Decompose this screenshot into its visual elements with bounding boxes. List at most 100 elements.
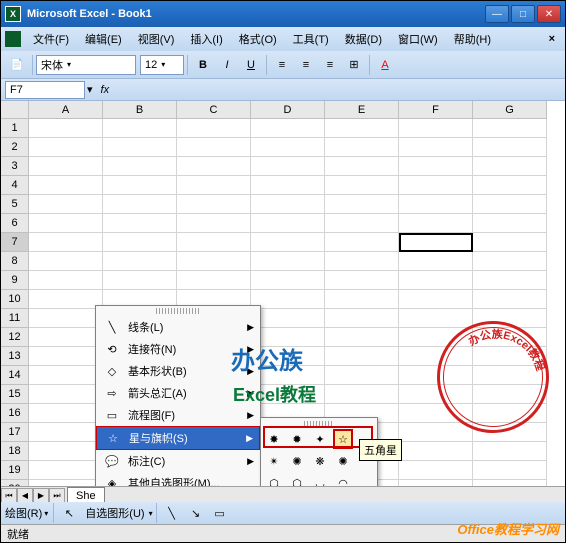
col-header[interactable]: B [103,101,177,119]
cell[interactable] [473,461,547,480]
font-size-select[interactable]: 12▾ [140,55,184,75]
cell[interactable] [325,157,399,176]
cell[interactable] [103,233,177,252]
cell[interactable] [251,138,325,157]
star24-icon[interactable]: ❋ [310,451,330,471]
col-header[interactable]: F [399,101,473,119]
cell[interactable] [325,385,399,404]
cell[interactable] [29,271,103,290]
row-header[interactable]: 6 [1,214,29,233]
cell[interactable] [399,442,473,461]
cell[interactable] [473,233,547,252]
cell[interactable] [29,423,103,442]
cell[interactable] [29,138,103,157]
align-center-button[interactable]: ≡ [295,54,317,76]
cell[interactable] [473,119,547,138]
cell[interactable] [29,442,103,461]
cell[interactable] [177,252,251,271]
col-header[interactable]: A [29,101,103,119]
cell[interactable] [325,195,399,214]
font-color-button[interactable]: A [374,54,396,76]
fx-label[interactable]: fx [101,84,110,96]
cell[interactable] [399,157,473,176]
cell[interactable] [29,233,103,252]
row-header[interactable]: 18 [1,442,29,461]
rectangle-tool-button[interactable]: ▭ [209,502,231,524]
cell[interactable] [177,233,251,252]
cell[interactable] [177,176,251,195]
cell[interactable] [325,138,399,157]
cell[interactable] [251,309,325,328]
line-tool-button[interactable]: ╲ [161,502,183,524]
row-header[interactable]: 7 [1,233,29,252]
align-right-button[interactable]: ≡ [319,54,341,76]
cell[interactable] [103,214,177,233]
cell[interactable] [251,271,325,290]
new-button[interactable]: 📄 [6,54,28,76]
cell[interactable] [473,271,547,290]
cell[interactable] [29,195,103,214]
row-header[interactable]: 9 [1,271,29,290]
row-header[interactable]: 14 [1,366,29,385]
menu-insert[interactable]: 插入(I) [182,28,230,50]
cell[interactable] [473,252,547,271]
cell[interactable] [399,119,473,138]
star16-icon[interactable]: ✺ [287,451,307,471]
cell[interactable] [29,176,103,195]
cell[interactable] [473,442,547,461]
align-left-button[interactable]: ≡ [271,54,293,76]
cell[interactable] [177,138,251,157]
cell[interactable] [29,119,103,138]
row-header[interactable]: 8 [1,252,29,271]
cell[interactable] [103,271,177,290]
menu-help[interactable]: 帮助(H) [446,28,499,50]
menu-window[interactable]: 窗口(W) [390,28,446,50]
cell[interactable] [29,385,103,404]
cell[interactable] [399,138,473,157]
menu-callout-icon[interactable]: 💬标注(C)▶ [96,450,260,472]
menu-data[interactable]: 数据(D) [337,28,390,50]
row-header[interactable]: 1 [1,119,29,138]
cell[interactable] [325,271,399,290]
name-box[interactable]: F7 [5,81,85,99]
row-header[interactable]: 19 [1,461,29,480]
cell[interactable] [177,271,251,290]
cell[interactable] [29,328,103,347]
menu-tools[interactable]: 工具(T) [285,28,337,50]
menu-file[interactable]: 文件(F) [25,28,77,50]
cell[interactable] [325,309,399,328]
row-header[interactable]: 16 [1,404,29,423]
italic-button[interactable]: I [216,54,238,76]
row-header[interactable]: 12 [1,328,29,347]
star8-icon[interactable]: ✴ [264,451,284,471]
cell[interactable] [103,138,177,157]
cell[interactable] [29,157,103,176]
cell[interactable] [325,176,399,195]
menu-star-icon[interactable]: ☆星与旗帜(S)▶ [96,426,260,450]
col-header[interactable]: E [325,101,399,119]
row-header[interactable]: 10 [1,290,29,309]
cell[interactable] [177,214,251,233]
menu-flowchart-icon[interactable]: ▭流程图(F)▶ [96,404,260,426]
cell[interactable] [325,366,399,385]
cell[interactable] [103,119,177,138]
menu-format[interactable]: 格式(O) [231,28,285,50]
row-header[interactable]: 11 [1,309,29,328]
cell[interactable] [325,328,399,347]
select-objects-button[interactable]: ↖ [58,502,80,524]
font-name-select[interactable]: 宋体▾ [36,55,136,75]
cell[interactable] [251,176,325,195]
cell[interactable] [177,195,251,214]
cell[interactable] [399,214,473,233]
cell[interactable] [177,157,251,176]
cell[interactable] [473,214,547,233]
star32-icon[interactable]: ✺ [333,451,353,471]
cell[interactable] [29,347,103,366]
cell[interactable] [473,195,547,214]
cell[interactable] [399,176,473,195]
row-header[interactable]: 3 [1,157,29,176]
autoshapes-button[interactable]: 自选图形(U) [81,505,148,521]
underline-button[interactable]: U [240,54,262,76]
merge-button[interactable]: ⊞ [343,54,365,76]
cell[interactable] [103,195,177,214]
